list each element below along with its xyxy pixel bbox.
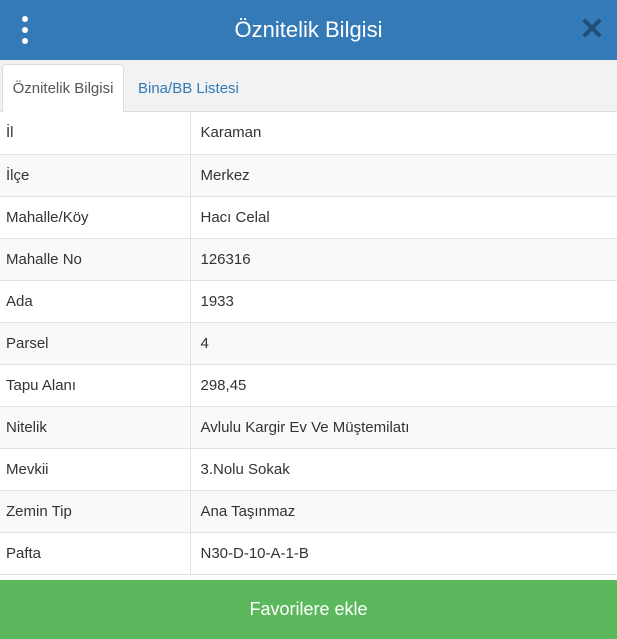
- close-icon[interactable]: [581, 17, 603, 39]
- menu-dot: [22, 16, 28, 22]
- add-favorites-button[interactable]: Favorilere ekle: [0, 580, 617, 639]
- table-row: Zemin Tip Ana Taşınmaz: [0, 490, 617, 533]
- row-value: 126316: [190, 238, 617, 281]
- row-value: Avlulu Kargir Ev Ve Müştemilatı: [190, 406, 617, 449]
- row-label: Mahalle No: [0, 238, 191, 281]
- row-value: 1933: [190, 280, 617, 323]
- table-row: Mahalle/Köy Hacı Celal: [0, 196, 617, 239]
- row-label: Mevkii: [0, 448, 191, 491]
- attribute-table: İl Karaman İlçe Merkez Mahalle/Köy Hacı Celal…: [0, 112, 617, 575]
- table-row: Pafta N30-D-10-A-1-B: [0, 532, 617, 575]
- table-row: Nitelik Avlulu Kargir Ev Ve Müştemilatı: [0, 406, 617, 449]
- row-label: İl: [0, 112, 191, 155]
- row-label: Pafta: [0, 532, 191, 575]
- table-row: Tapu Alanı 298,45: [0, 364, 617, 407]
- row-value: Hacı Celal: [190, 196, 617, 239]
- row-value: 4: [190, 322, 617, 365]
- row-value: N30-D-10-A-1-B: [190, 532, 617, 575]
- tab-attribute-info[interactable]: Öznitelik Bilgisi: [2, 64, 124, 113]
- table-row: Parsel 4: [0, 322, 617, 365]
- row-label: Ada: [0, 280, 191, 323]
- kebab-menu-icon[interactable]: [20, 16, 30, 44]
- page-title: Öznitelik Bilgisi: [234, 17, 383, 42]
- row-value: Ana Taşınmaz: [190, 490, 617, 533]
- row-value: 3.Nolu Sokak: [190, 448, 617, 491]
- row-label: İlçe: [0, 154, 191, 197]
- row-label: Zemin Tip: [0, 490, 191, 533]
- row-label: Tapu Alanı: [0, 364, 191, 407]
- tab-bar: Öznitelik Bilgisi Bina/BB Listesi: [0, 60, 617, 113]
- row-value: Merkez: [190, 154, 617, 197]
- header-bar: Öznitelik Bilgisi: [0, 0, 617, 60]
- table-row: Mahalle No 126316: [0, 238, 617, 281]
- menu-dot: [22, 38, 28, 44]
- row-label: Parsel: [0, 322, 191, 365]
- row-label: Nitelik: [0, 406, 191, 449]
- table-row: İl Karaman: [0, 112, 617, 155]
- row-label: Mahalle/Köy: [0, 196, 191, 239]
- table-row: İlçe Merkez: [0, 154, 617, 197]
- table-row: Mevkii 3.Nolu Sokak: [0, 448, 617, 491]
- menu-dot: [22, 27, 28, 33]
- row-value: Karaman: [190, 112, 617, 155]
- tab-building-list[interactable]: Bina/BB Listesi: [138, 64, 239, 112]
- row-value: 298,45: [190, 364, 617, 407]
- table-row: Ada 1933: [0, 280, 617, 323]
